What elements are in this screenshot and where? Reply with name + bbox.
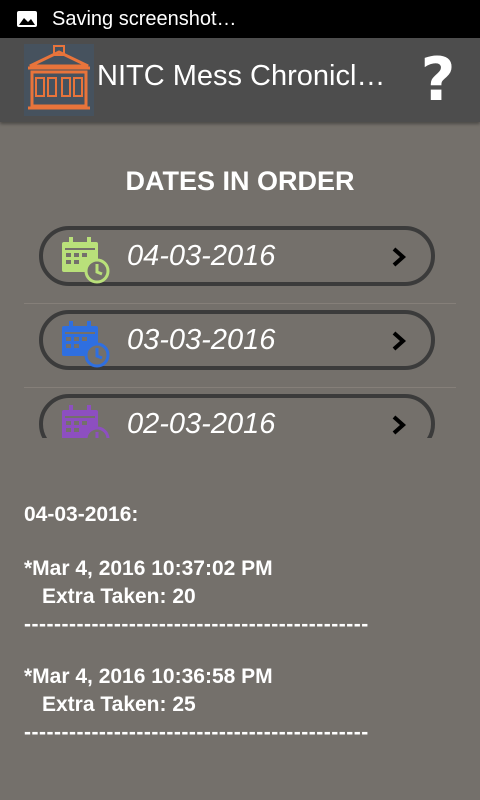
calendar-clock-icon <box>62 405 110 438</box>
chevron-right-icon <box>392 331 407 351</box>
date-list-item[interactable]: 02-03-2016 <box>24 388 456 438</box>
date-label: 02-03-2016 <box>127 408 276 438</box>
status-bar: Saving screenshot… <box>0 0 480 38</box>
status-text: Saving screenshot… <box>52 7 237 30</box>
mess-building-logo-icon[interactable] <box>24 44 94 116</box>
entry-extra: Extra Taken: 20 <box>42 585 196 608</box>
date-list[interactable]: 04-03-2016 03-03-2016 02-03-2016 <box>24 220 456 438</box>
entry-timestamp: *Mar 4, 2016 10:36:58 PM <box>24 665 273 688</box>
chevron-right-icon <box>392 247 407 267</box>
app-bar: NITC Mess Chronicl… ? <box>0 38 480 122</box>
entry-separator: ----------------------------------------… <box>24 613 369 636</box>
date-button[interactable]: 04-03-2016 <box>39 226 435 286</box>
calendar-clock-icon <box>62 237 110 284</box>
help-button[interactable]: ? <box>414 44 462 116</box>
calendar-clock-icon <box>62 321 110 368</box>
date-button[interactable]: 03-03-2016 <box>39 310 435 370</box>
date-label: 03-03-2016 <box>127 324 276 356</box>
details-date-heading: 04-03-2016: <box>24 503 139 526</box>
date-label: 04-03-2016 <box>127 240 276 272</box>
entry-separator: ----------------------------------------… <box>24 721 369 744</box>
date-list-item[interactable]: 04-03-2016 <box>24 220 456 304</box>
chevron-right-icon <box>392 415 407 435</box>
entry-extra: Extra Taken: 25 <box>42 693 196 716</box>
app-title: NITC Mess Chronicl… <box>97 60 386 92</box>
image-notification-icon <box>17 11 37 27</box>
date-button[interactable]: 02-03-2016 <box>39 394 435 438</box>
page-heading: DATES IN ORDER <box>125 166 355 196</box>
entry-timestamp: *Mar 4, 2016 10:37:02 PM <box>24 557 273 580</box>
date-list-item[interactable]: 03-03-2016 <box>24 304 456 388</box>
